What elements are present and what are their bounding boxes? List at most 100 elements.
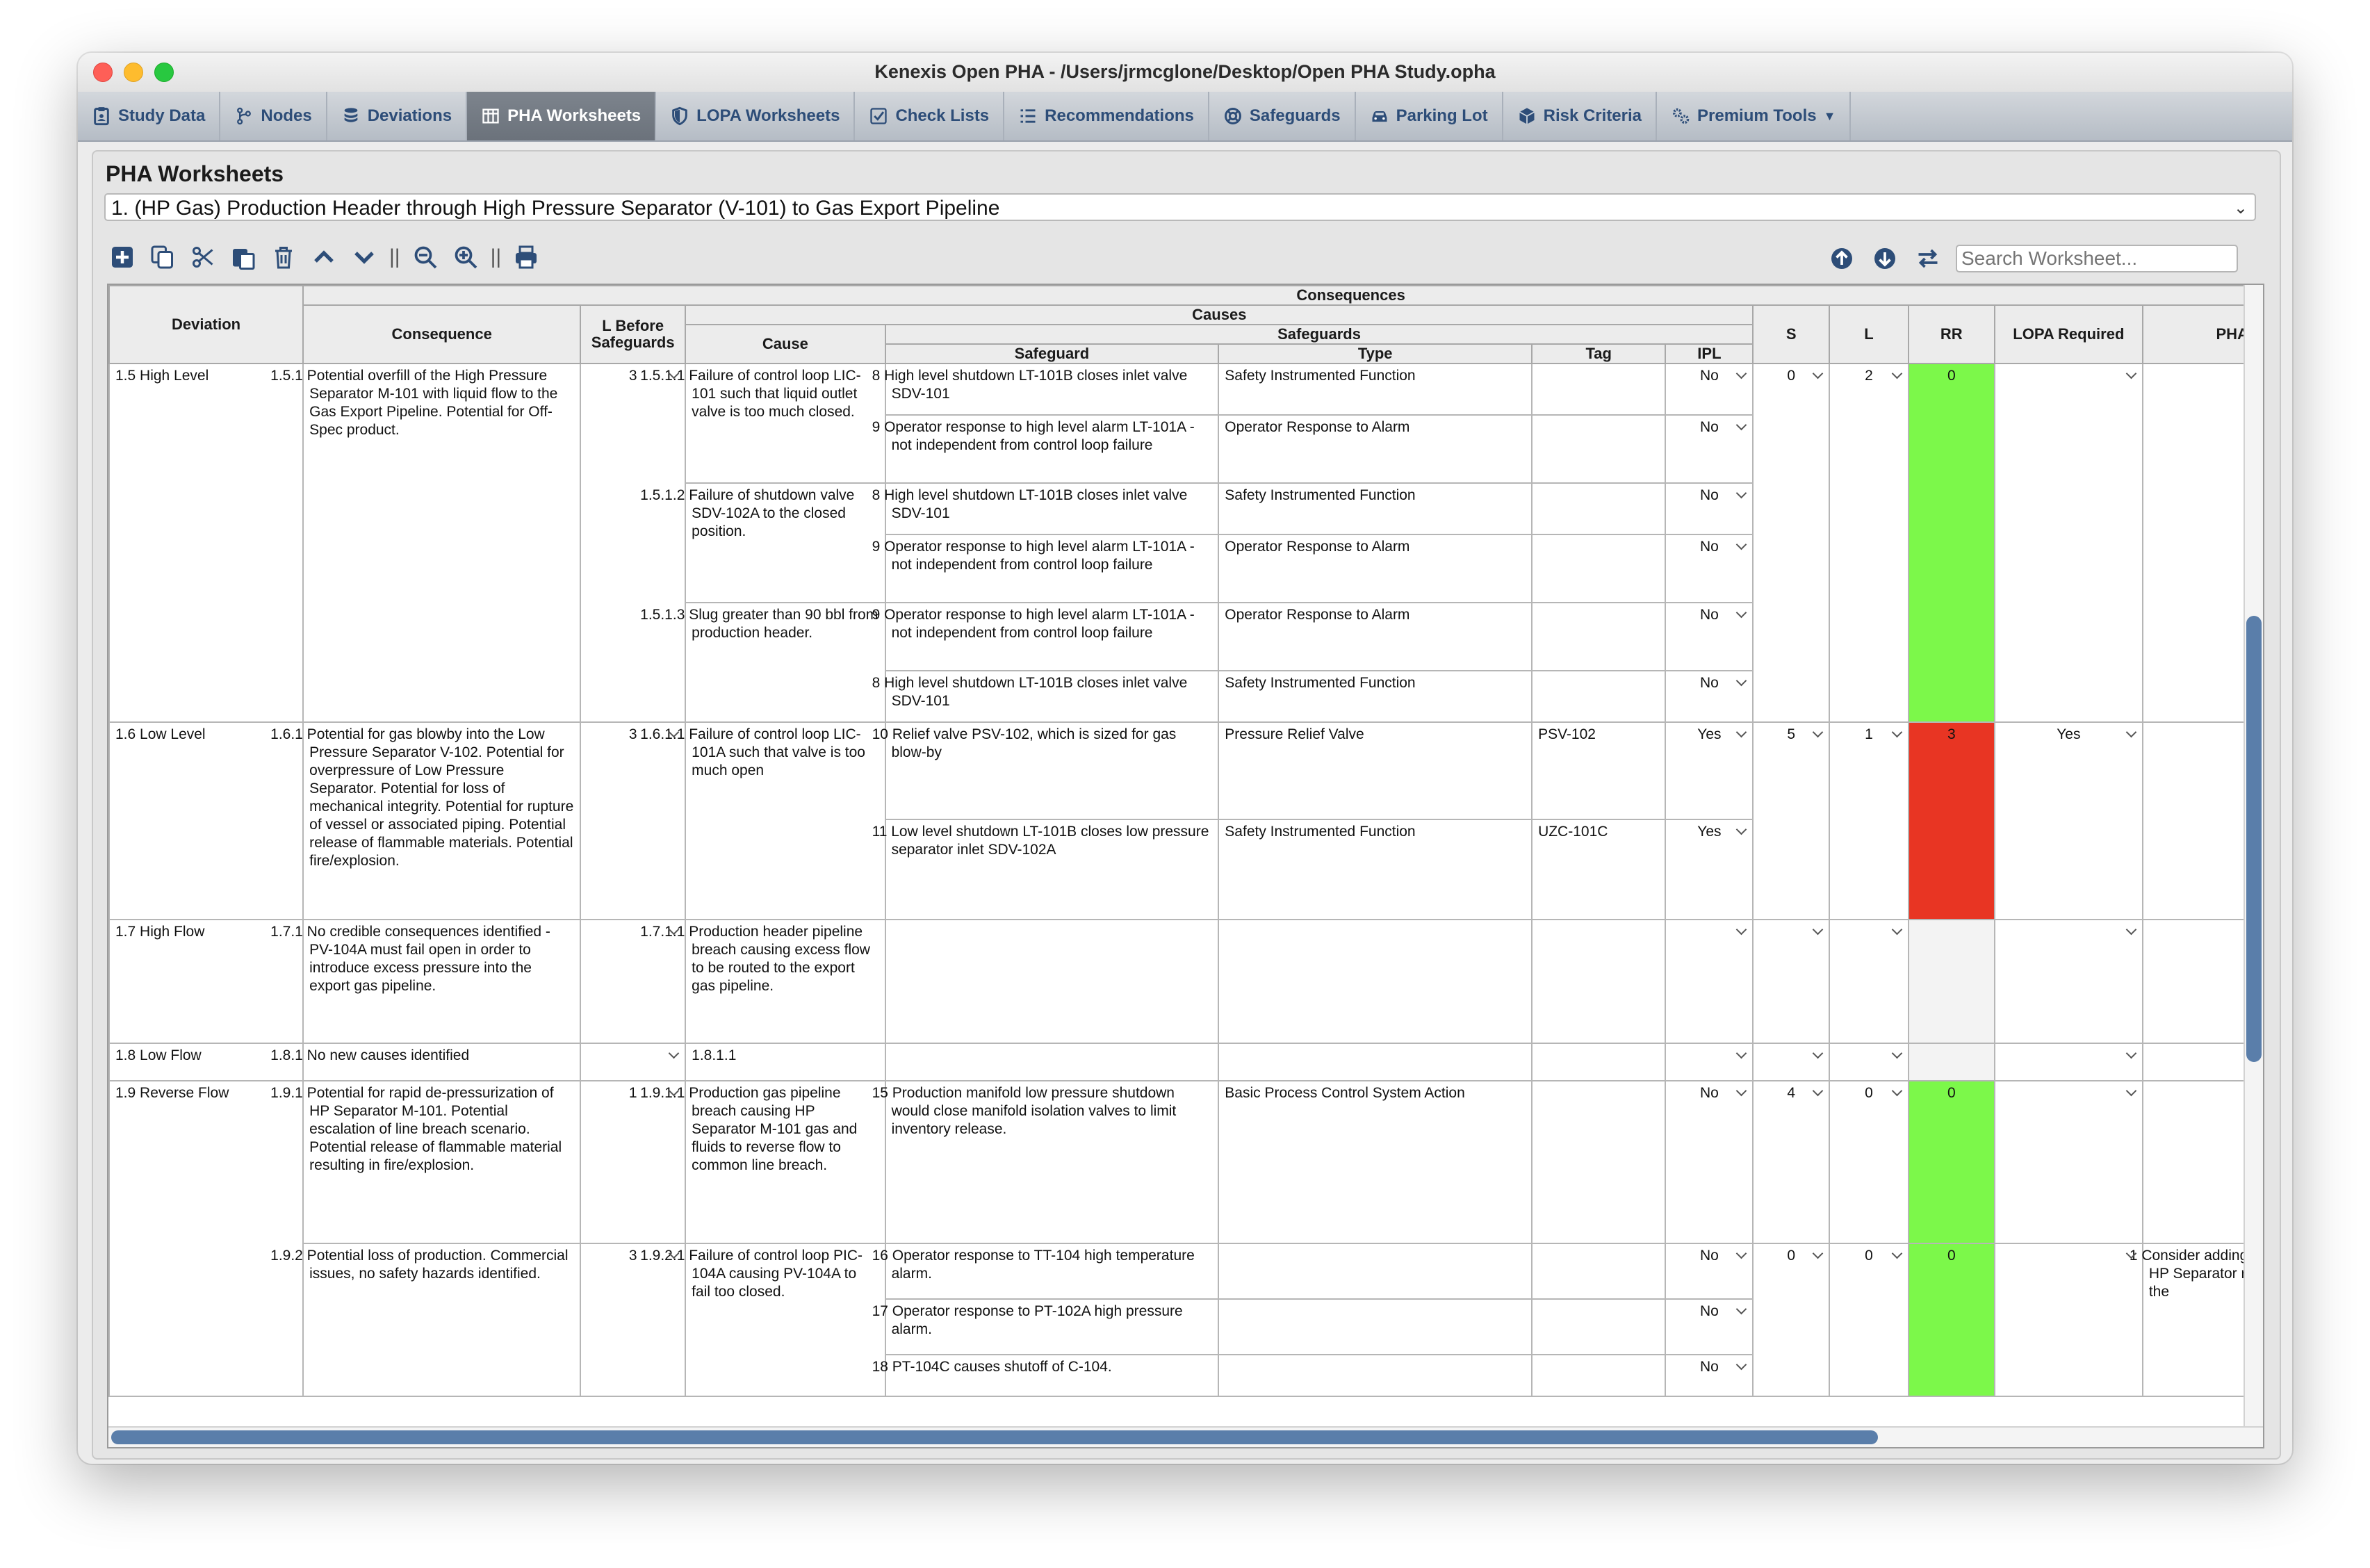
safeguard-cell[interactable] xyxy=(884,919,1220,1044)
header-cause[interactable]: Cause xyxy=(685,324,886,364)
tab-premium-tools[interactable]: Premium Tools ▼ xyxy=(1657,92,1852,140)
move-down-button[interactable] xyxy=(349,243,379,271)
l-before-select[interactable]: 3 xyxy=(580,363,687,723)
tag-cell[interactable] xyxy=(1531,670,1667,723)
tag-cell[interactable] xyxy=(1531,534,1667,603)
tab-lopa-worksheets[interactable]: LOPA Worksheets xyxy=(656,92,856,140)
l-before-select[interactable]: 3 xyxy=(580,721,687,920)
type-cell[interactable]: Operator Response to Alarm xyxy=(1218,414,1533,484)
safeguard-cell[interactable]: 17 Operator response to PT-102A high pre… xyxy=(872,1298,1220,1355)
header-lopa-required[interactable]: LOPA Required xyxy=(1993,304,2143,364)
tag-cell[interactable] xyxy=(1531,1354,1667,1397)
lopa-required-select[interactable] xyxy=(1993,1043,2143,1081)
search-worksheet-input[interactable] xyxy=(1956,245,2238,272)
severity-select[interactable]: 4 xyxy=(1752,1080,1831,1244)
tab-check-lists[interactable]: Check Lists xyxy=(855,92,1005,140)
tab-pha-worksheets[interactable]: PHA Worksheets xyxy=(467,92,657,140)
ipl-select[interactable]: No xyxy=(1665,482,1754,535)
likelihood-select[interactable]: 1 xyxy=(1829,721,1909,920)
consequence-cell[interactable]: 1.8.1 No new causes identified xyxy=(270,1043,582,1081)
vertical-scroll-thumb[interactable] xyxy=(2246,616,2262,1062)
consequence-cell[interactable]: 1.7.1 No credible consequences identifie… xyxy=(270,919,582,1044)
header-s[interactable]: S xyxy=(1752,304,1831,364)
cause-cell[interactable]: 1.5.1.2 Failure of shutdown valve SDV-10… xyxy=(640,482,886,603)
tag-cell[interactable]: UZC-101C xyxy=(1531,819,1667,920)
safeguard-cell[interactable] xyxy=(884,1043,1220,1081)
consequence-cell[interactable]: 1.9.2 Potential loss of production. Comm… xyxy=(270,1243,582,1397)
cause-cell[interactable]: 1.7.1.1 Production header pipeline breac… xyxy=(640,919,886,1044)
safeguard-cell[interactable]: 8 High level shutdown LT-101B closes inl… xyxy=(872,482,1220,535)
header-ipl[interactable]: IPL xyxy=(1665,343,1754,364)
severity-select[interactable]: 5 xyxy=(1752,721,1831,920)
copy-button[interactable] xyxy=(147,243,178,271)
cause-cell[interactable]: 1.5.1.3 Slug greater than 90 bbl from pr… xyxy=(640,602,886,723)
tab-parking-lot[interactable]: Parking Lot xyxy=(1356,92,1503,140)
cause-cell[interactable]: 1.6.1.1 Failure of control loop LIC-101A… xyxy=(640,721,886,920)
search-next-button[interactable] xyxy=(1870,245,1900,272)
likelihood-select[interactable]: 0 xyxy=(1829,1243,1909,1397)
l-before-select[interactable] xyxy=(580,1043,687,1081)
header-type[interactable]: Type xyxy=(1218,343,1533,364)
safeguard-cell[interactable]: 16 Operator response to TT-104 high temp… xyxy=(872,1243,1220,1300)
tab-nodes[interactable]: Nodes xyxy=(220,92,327,140)
header-tag[interactable]: Tag xyxy=(1531,343,1667,364)
ipl-select[interactable]: No xyxy=(1665,414,1754,484)
ipl-select[interactable]: No xyxy=(1665,1080,1754,1244)
type-cell[interactable]: Pressure Relief Valve xyxy=(1218,721,1533,820)
severity-select[interactable] xyxy=(1752,919,1831,1044)
likelihood-select[interactable]: 2 xyxy=(1829,363,1909,723)
add-row-button[interactable] xyxy=(107,243,138,271)
paste-button[interactable] xyxy=(228,243,259,271)
vertical-scrollbar[interactable] xyxy=(2244,285,2263,1447)
header-deviation[interactable]: Deviation xyxy=(108,285,304,364)
tag-cell[interactable] xyxy=(1531,919,1667,1044)
type-cell[interactable] xyxy=(1218,1243,1533,1300)
cut-button[interactable] xyxy=(188,243,218,271)
type-cell[interactable] xyxy=(1218,919,1533,1044)
ipl-select[interactable]: No xyxy=(1665,1243,1754,1300)
safeguard-cell[interactable]: 8 High level shutdown LT-101B closes inl… xyxy=(872,363,1220,416)
header-l[interactable]: L xyxy=(1829,304,1909,364)
severity-select[interactable]: 0 xyxy=(1752,363,1831,723)
ipl-select[interactable] xyxy=(1665,1043,1754,1081)
lopa-required-select[interactable]: Yes xyxy=(1993,721,2143,920)
deviation-cell[interactable]: 1.9 Reverse Flow xyxy=(108,1080,304,1397)
cause-cell[interactable]: 1.9.2.1 Failure of control loop PIC-104A… xyxy=(640,1243,886,1397)
safeguard-cell[interactable]: 15 Production manifold low pressure shut… xyxy=(872,1080,1220,1244)
l-before-select[interactable] xyxy=(580,919,687,1044)
safeguard-cell[interactable]: 11 Low level shutdown LT-101B closes low… xyxy=(872,819,1220,920)
tab-study-data[interactable]: Study Data xyxy=(78,92,221,140)
lopa-required-select[interactable] xyxy=(1993,1243,2143,1397)
ipl-select[interactable]: No xyxy=(1665,1354,1754,1397)
ipl-select[interactable]: No xyxy=(1665,1298,1754,1355)
cause-cell[interactable]: 1.9.1.1 Production gas pipeline breach c… xyxy=(640,1080,886,1244)
consequence-cell[interactable]: 1.6.1 Potential for gas blowby into the … xyxy=(270,721,582,920)
search-previous-button[interactable] xyxy=(1826,245,1857,272)
print-button[interactable] xyxy=(511,243,541,271)
ipl-select[interactable] xyxy=(1665,919,1754,1044)
likelihood-select[interactable] xyxy=(1829,919,1909,1044)
consequence-cell[interactable]: 1.9.1 Potential for rapid de-pressurizat… xyxy=(270,1080,582,1244)
tab-risk-criteria[interactable]: Risk Criteria xyxy=(1503,92,1658,140)
likelihood-select[interactable]: 0 xyxy=(1829,1080,1909,1244)
type-cell[interactable] xyxy=(1218,1043,1533,1081)
tag-cell[interactable] xyxy=(1531,1243,1667,1300)
tag-cell[interactable] xyxy=(1531,414,1667,484)
zoom-in-button[interactable] xyxy=(450,243,481,271)
lopa-required-select[interactable] xyxy=(1993,1080,2143,1244)
header-consequence[interactable]: Consequence xyxy=(302,304,582,364)
consequence-cell[interactable]: 1.5.1 Potential overfill of the High Pre… xyxy=(270,363,582,723)
ipl-select[interactable]: No xyxy=(1665,363,1754,416)
type-cell[interactable]: Operator Response to Alarm xyxy=(1218,602,1533,671)
horizontal-scroll-thumb[interactable] xyxy=(111,1430,1878,1444)
severity-select[interactable] xyxy=(1752,1043,1831,1081)
header-l-before[interactable]: L Before Safeguards xyxy=(580,304,687,364)
type-cell[interactable]: Safety Instrumented Function xyxy=(1218,670,1533,723)
type-cell[interactable]: Safety Instrumented Function xyxy=(1218,482,1533,535)
type-cell[interactable] xyxy=(1218,1354,1533,1397)
ipl-select[interactable]: Yes xyxy=(1665,819,1754,920)
tab-safeguards[interactable]: Safeguards xyxy=(1209,92,1356,140)
type-cell[interactable] xyxy=(1218,1298,1533,1355)
tab-deviations[interactable]: Deviations xyxy=(327,92,468,140)
ipl-select[interactable]: Yes xyxy=(1665,721,1754,820)
